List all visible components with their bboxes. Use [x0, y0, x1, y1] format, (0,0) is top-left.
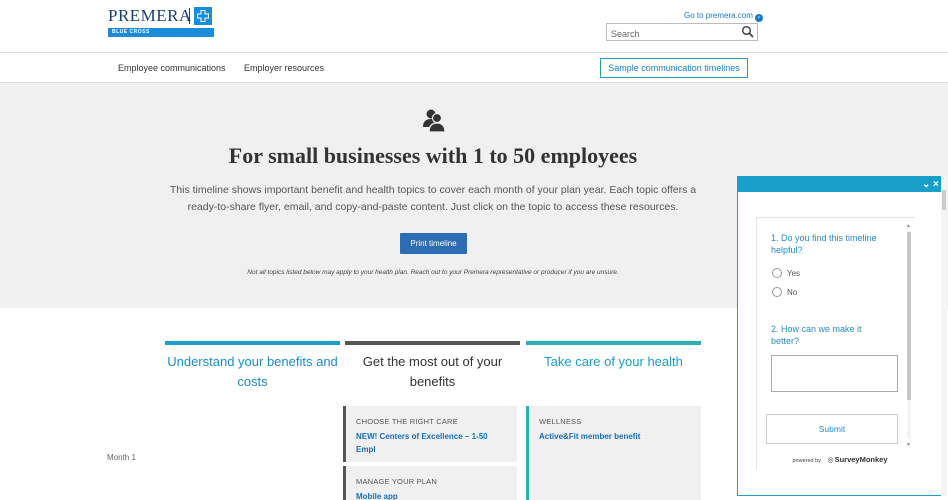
survey-footer: powered by ◎SurveyMonkey [738, 455, 942, 464]
users-icon [423, 109, 446, 133]
card-accent [526, 406, 529, 500]
powered-by-text: powered by [792, 458, 821, 464]
surveymonkey-brand[interactable]: SurveyMonkey [835, 455, 888, 464]
column-title: Get the most out of your benefits [362, 354, 503, 389]
feedback-textarea[interactable] [771, 355, 898, 392]
card-link[interactable]: NEW! Centers of Excellence – 1-50 Empl [356, 430, 506, 456]
column-title: Take care of your health [544, 354, 683, 369]
nav-employee-communications[interactable]: Employee communications [118, 63, 226, 73]
sample-timelines-button[interactable]: Sample communication timelines [600, 58, 748, 78]
search-box [606, 23, 758, 42]
column-take-care-health: Take care of your health [526, 341, 701, 401]
page-scroll-thumb[interactable] [942, 190, 946, 210]
column-accent-bar [165, 341, 340, 345]
logo-subtitle: BLUE CROSS [108, 28, 214, 37]
survey-option-yes[interactable]: Yes [772, 268, 800, 278]
hero-description: This timeline shows important benefit an… [169, 184, 697, 213]
column-understand-benefits: Understand your benefits and costs [165, 341, 340, 401]
topic-card-mobile-app[interactable]: MANAGE YOUR PLAN Mobile app [343, 466, 517, 500]
blue-cross-icon [194, 7, 212, 25]
survey-question-2: 2. How can we make it better? [771, 324, 862, 346]
surveymonkey-logo-icon: ◎ [827, 457, 834, 464]
scroll-up-icon[interactable]: ▲ [906, 223, 911, 229]
card-accent [343, 406, 346, 462]
survey-question-1: 1. Do you find this timeline helpful? [771, 233, 877, 255]
survey-option-no-label: No [787, 288, 798, 297]
card-link[interactable]: Active&Fit member benefit [539, 430, 689, 443]
scroll-thumb[interactable] [907, 232, 911, 400]
survey-option-no[interactable]: No [772, 287, 797, 297]
main-nav: Employee communications Employer resourc… [0, 52, 948, 83]
search-input[interactable] [607, 26, 737, 42]
goto-premera-link[interactable]: Go to premera.com › [684, 11, 763, 22]
goto-premera-label: Go to premera.com [684, 11, 753, 20]
arrow-circle-icon: › [754, 14, 763, 22]
column-get-most-out: Get the most out of your benefits [345, 341, 520, 401]
card-category: WELLNESS [539, 417, 582, 426]
scroll-down-icon[interactable]: ▼ [906, 442, 911, 448]
topic-card-wellness[interactable]: WELLNESS Active&Fit member benefit [526, 406, 701, 500]
radio-no[interactable] [772, 287, 782, 297]
column-accent-bar [526, 341, 701, 345]
nav-employer-resources[interactable]: Employer resources [244, 63, 324, 73]
close-icon[interactable]: × [933, 179, 939, 190]
submit-button[interactable]: Submit [766, 414, 898, 444]
page-title: For small businesses with 1 to 50 employ… [228, 143, 638, 168]
site-header: PREMERA BLUE CROSS Go to premera.com › [0, 0, 948, 52]
column-title: Understand your benefits and costs [167, 354, 338, 389]
column-accent-bar [345, 341, 520, 345]
survey-scrollbar[interactable]: ▲ ▼ [904, 223, 913, 449]
search-icon[interactable] [741, 25, 755, 39]
card-category: CHOOSE THE RIGHT CARE [356, 417, 458, 426]
month-label: Month 1 [107, 453, 136, 462]
survey-titlebar: ⌄ × [738, 177, 942, 192]
print-timeline-button[interactable]: Print timeline [400, 233, 467, 254]
survey-panel: ⌄ × 1. Do you find this timeline helpful… [737, 176, 943, 496]
minimize-icon[interactable]: ⌄ [922, 179, 930, 190]
topic-card-centers-of-excellence[interactable]: CHOOSE THE RIGHT CARE NEW! Centers of Ex… [343, 406, 517, 462]
survey-form: 1. Do you find this timeline helpful? Ye… [756, 217, 915, 469]
logo-divider [189, 8, 190, 24]
card-category: MANAGE YOUR PLAN [356, 477, 437, 486]
card-accent [343, 466, 346, 500]
premera-logo[interactable]: PREMERA BLUE CROSS [108, 6, 214, 38]
survey-option-yes-label: Yes [787, 269, 801, 278]
card-link[interactable]: Mobile app [356, 490, 506, 500]
logo-wordmark: PREMERA [108, 6, 192, 25]
radio-yes[interactable] [772, 268, 782, 278]
page-scrollbar[interactable] [941, 176, 947, 496]
